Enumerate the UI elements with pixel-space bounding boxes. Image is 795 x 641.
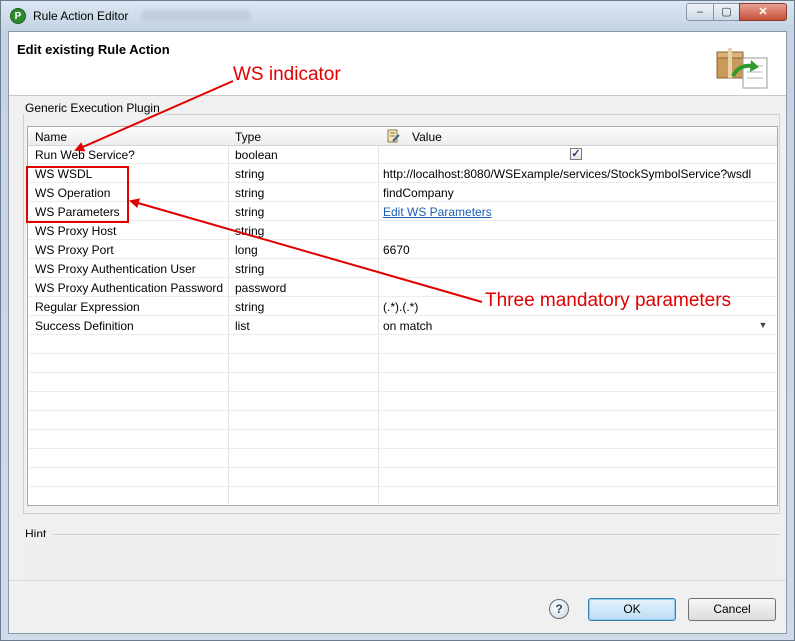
row-type: string — [235, 300, 265, 314]
row-type: string — [235, 167, 265, 181]
properties-table[interactable]: Name Type Value Run Web Service? boolean… — [27, 126, 778, 506]
table-row-empty — [28, 449, 777, 468]
row-type: long — [235, 243, 258, 257]
row-name: WS Proxy Authentication User — [35, 262, 196, 276]
title-bar[interactable]: P Rule Action Editor – ▢ ✕ — [1, 1, 794, 31]
table-row-empty — [28, 373, 777, 392]
table-row[interactable]: WS WSDL string http://localhost:8080/WSE… — [28, 164, 777, 183]
group-label: Generic Execution Plugin — [25, 101, 164, 115]
table-row-empty — [28, 354, 777, 373]
table-row-empty — [28, 430, 777, 449]
dialog-window: P Rule Action Editor – ▢ ✕ Edit existing… — [0, 0, 795, 641]
row-value[interactable]: 6670 — [383, 243, 410, 257]
hint-divider — [53, 534, 780, 535]
table-row[interactable]: WS Proxy Port long 6670 — [28, 240, 777, 259]
row-value[interactable]: findCompany — [383, 186, 454, 200]
package-refresh-icon — [716, 48, 768, 89]
maximize-button[interactable]: ▢ — [713, 3, 740, 21]
page-title: Edit existing Rule Action — [17, 42, 170, 57]
edit-ws-parameters-link[interactable]: Edit WS Parameters — [383, 205, 492, 219]
table-header: Name Type Value — [28, 127, 777, 146]
row-type: string — [235, 224, 265, 238]
row-name: Success Definition — [35, 319, 134, 333]
column-header-type[interactable]: Type — [235, 130, 261, 144]
window-title: Rule Action Editor — [33, 9, 129, 23]
table-row-empty — [28, 335, 777, 354]
hint-area — [23, 537, 780, 579]
table-row[interactable]: WS Proxy Authentication User string — [28, 259, 777, 278]
row-type: password — [235, 281, 287, 295]
column-header-name[interactable]: Name — [35, 130, 67, 144]
ok-button[interactable]: OK — [588, 598, 676, 621]
success-definition-select[interactable]: on match — [383, 319, 432, 333]
table-row[interactable]: WS Parameters string Edit WS Parameters — [28, 202, 777, 221]
table-row[interactable]: WS Operation string findCompany — [28, 183, 777, 202]
ws-indicator-annotation: WS indicator — [233, 64, 341, 85]
blurred-title-suffix — [141, 10, 251, 21]
button-bar-divider — [9, 580, 786, 581]
row-name: WS Proxy Host — [35, 224, 117, 238]
table-row-empty — [28, 468, 777, 487]
row-name: WS Proxy Authentication Password — [35, 281, 224, 295]
row-type: list — [235, 319, 250, 333]
row-value[interactable]: (.*).(.*) — [383, 300, 418, 314]
row-value[interactable]: http://localhost:8080/WSExample/services… — [383, 167, 751, 181]
row-type: string — [235, 205, 265, 219]
row-value-link-cell: Edit WS Parameters — [383, 205, 492, 219]
chevron-down-icon[interactable]: ▼ — [755, 317, 771, 333]
table-row[interactable]: Run Web Service? boolean ✓ — [28, 145, 777, 164]
run-web-service-checkbox[interactable]: ✓ — [570, 148, 582, 160]
app-logo-icon: P — [10, 8, 26, 24]
help-button[interactable]: ? — [549, 599, 569, 619]
row-name: WS Proxy Port — [35, 243, 114, 257]
table-row[interactable]: Success Definition list on match ▼ — [28, 316, 777, 335]
column-header-value[interactable]: Value — [412, 130, 442, 144]
row-name: Regular Expression — [35, 300, 140, 314]
header-band: Edit existing Rule Action — [9, 32, 786, 96]
row-type: string — [235, 186, 265, 200]
dialog-content: Edit existing Rule Action Generic Execut… — [8, 31, 787, 634]
row-name: Run Web Service? — [35, 148, 135, 162]
cancel-button[interactable]: Cancel — [688, 598, 776, 621]
row-type: string — [235, 262, 265, 276]
mandatory-params-highlight — [26, 166, 129, 223]
table-row-empty — [28, 487, 777, 505]
row-type: boolean — [235, 148, 278, 162]
mandatory-params-annotation: Three mandatory parameters — [485, 290, 732, 311]
table-row-empty — [28, 411, 777, 430]
close-button[interactable]: ✕ — [739, 3, 787, 21]
edit-value-icon — [387, 129, 400, 143]
table-row[interactable]: WS Proxy Host string — [28, 221, 777, 240]
minimize-button[interactable]: – — [686, 3, 714, 21]
table-row-empty — [28, 392, 777, 411]
